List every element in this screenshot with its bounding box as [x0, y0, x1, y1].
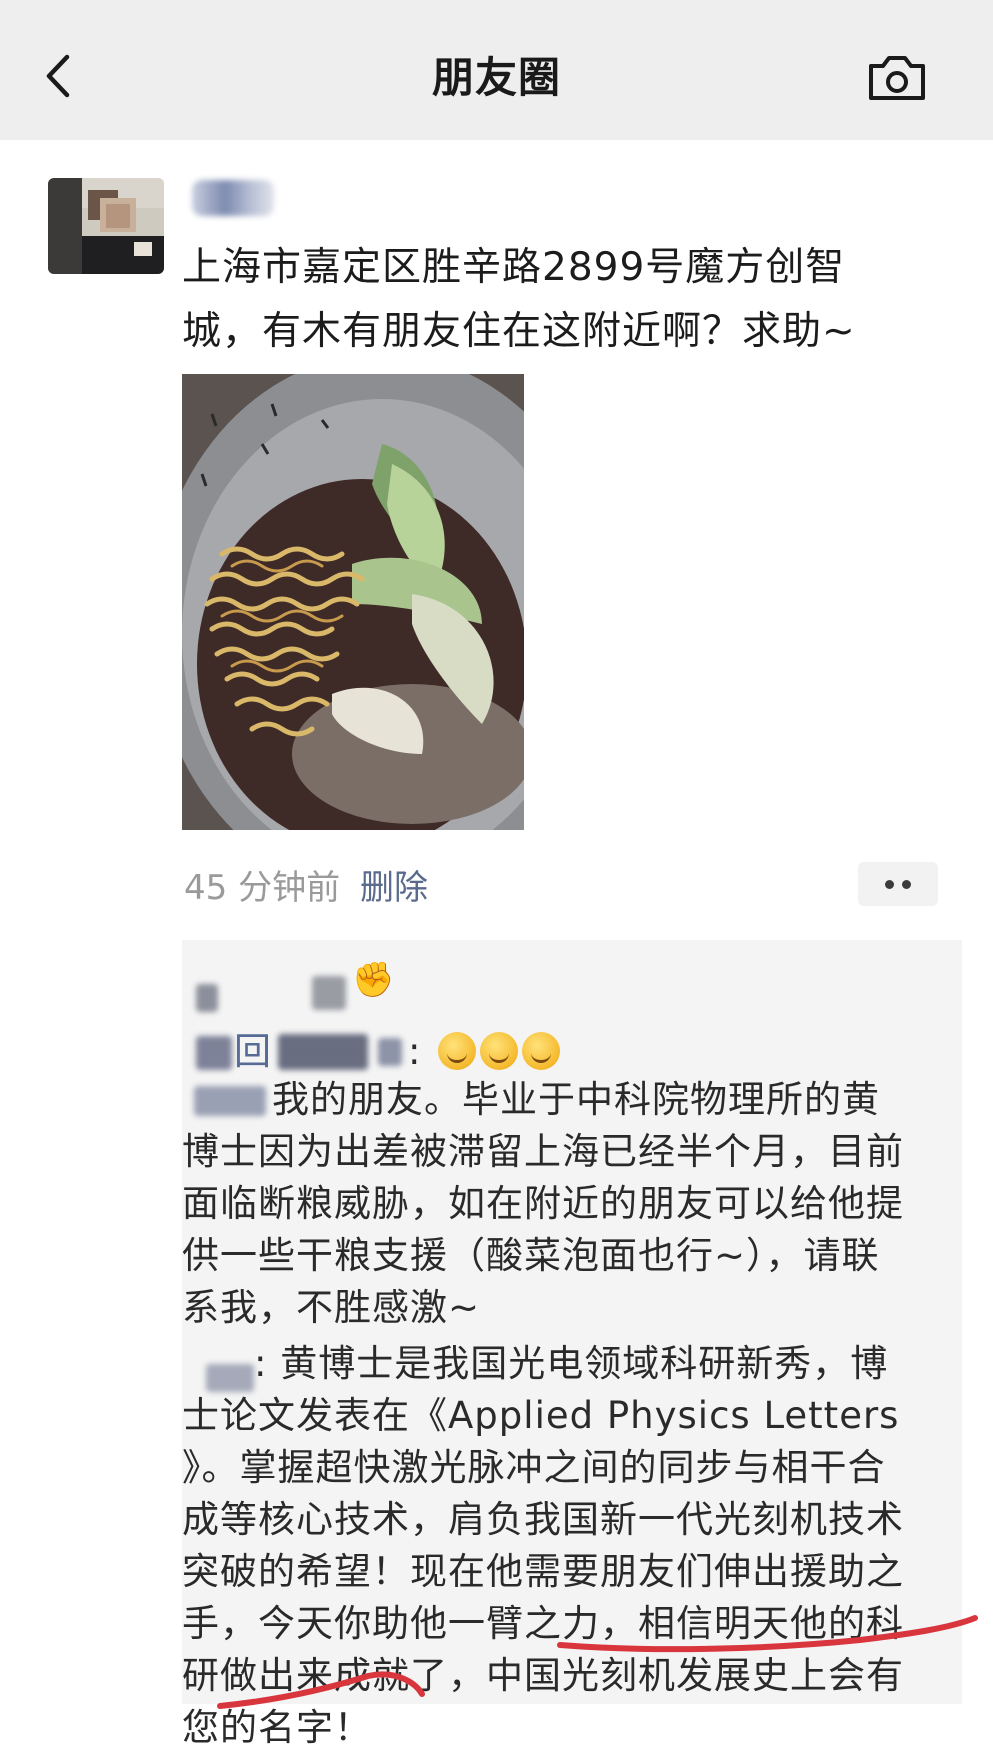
- laugh-cry-emoji: [522, 1032, 561, 1070]
- redacted-name: [196, 1036, 232, 1070]
- post-text-line: 上海市嘉定区胜辛路2899号魔方创智: [182, 245, 846, 290]
- more-dots-icon[interactable]: [858, 862, 938, 906]
- laugh-cry-emoji: [438, 1032, 477, 1070]
- reply-word: 回: [234, 1030, 272, 1073]
- post-text: 上海市嘉定区胜辛路2899号魔方创智 城，有木有朋友住在这附近啊？求助~: [182, 236, 942, 364]
- avatar[interactable]: [48, 178, 164, 274]
- post-text-line: 城，有木有朋友住在这附近啊？求助~: [182, 309, 856, 354]
- camera-icon[interactable]: [865, 50, 929, 106]
- redacted-name: [196, 984, 218, 1012]
- redacted-name: [278, 1034, 368, 1070]
- reply-row: :: [408, 1026, 561, 1078]
- redacted-name: [378, 1038, 402, 1066]
- comment-phd-praise: : 黄博士是我国光电领域科研新秀，博 士论文发表在《Applied Physic…: [182, 1342, 904, 1749]
- post-timestamp: 45 分钟前: [184, 868, 341, 908]
- comment-friend-request: 我的朋友。毕业于中科院物理所的黄 博士因为出差被滞留上海已经半个月，目前 面临断…: [182, 1078, 904, 1329]
- redacted-name: [312, 976, 346, 1010]
- comments-panel: ✊ 回 : 我的朋友。毕业于中科院物理所的黄 博士因为出差被滞留上海已经半个月，…: [182, 940, 962, 1749]
- fist-emoji: ✊: [352, 960, 396, 1000]
- laugh-cry-emoji: [480, 1032, 519, 1070]
- delete-link[interactable]: 删除: [360, 860, 428, 909]
- username-redacted[interactable]: [192, 180, 274, 216]
- post-photo[interactable]: [182, 374, 524, 830]
- navigation-bar: 朋友圈: [0, 0, 993, 140]
- page-title: 朋友圈: [431, 53, 561, 102]
